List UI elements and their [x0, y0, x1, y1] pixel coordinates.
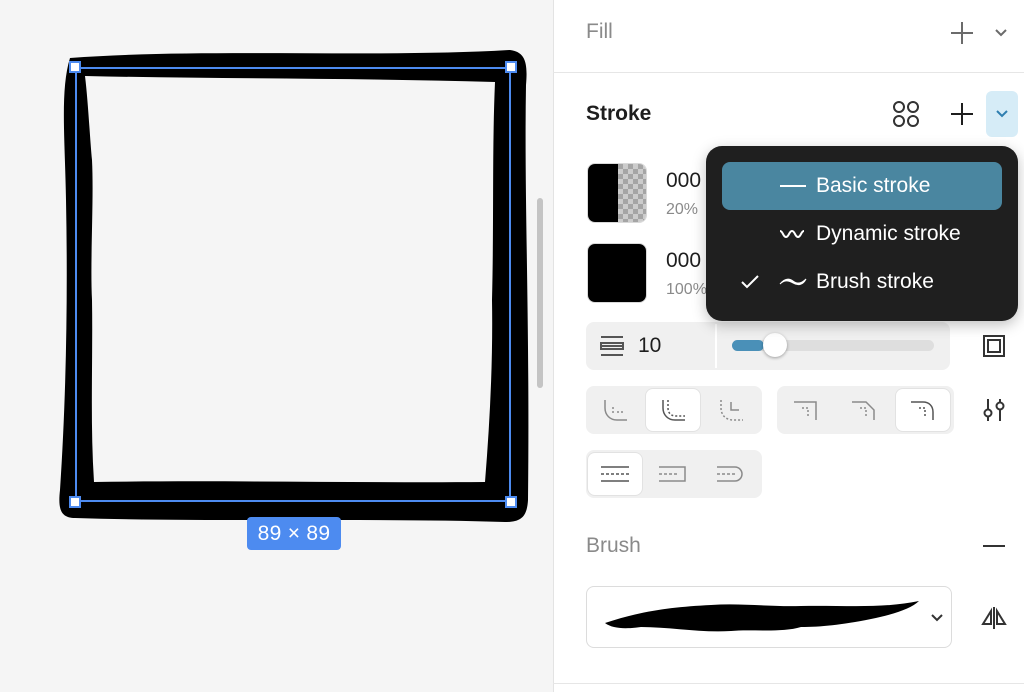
add-fill-button[interactable] — [946, 18, 978, 48]
stroke-color-swatch-1[interactable] — [587, 163, 647, 223]
cap-option-3[interactable] — [704, 389, 758, 431]
dynamic-stroke-icon — [778, 227, 816, 241]
end-cap-option-1[interactable] — [588, 453, 642, 495]
resize-handle-bottom-right[interactable] — [505, 496, 517, 508]
brush-preview — [605, 601, 919, 632]
flip-brush-button[interactable] — [980, 604, 1008, 632]
stroke-join-group — [777, 386, 954, 434]
stroke-weight-input[interactable]: 10 — [638, 334, 661, 358]
stroke-type-menu: Basic stroke Dynamic stroke Brush stroke — [706, 146, 1018, 321]
section-divider — [553, 683, 1024, 684]
canvas[interactable]: 89 × 89 — [0, 0, 553, 692]
menu-item-dynamic-stroke[interactable]: Dynamic stroke — [722, 210, 1002, 258]
plus-icon — [951, 22, 973, 44]
end-cap-option-3[interactable] — [704, 453, 758, 495]
brush-stroke-icon — [778, 275, 816, 289]
corner-round-icon — [604, 400, 627, 421]
join-bevel-icon — [852, 401, 875, 420]
cap-square-icon — [659, 466, 686, 482]
chevron-down-icon — [996, 110, 1008, 118]
corner-square-icon — [720, 400, 743, 421]
join-miter-icon — [794, 401, 817, 420]
end-cap-option-2[interactable] — [646, 453, 700, 495]
cap-option-2[interactable] — [646, 389, 700, 431]
basic-stroke-icon — [778, 180, 816, 192]
join-round-icon — [911, 401, 934, 420]
chevron-down-icon — [995, 29, 1007, 37]
resize-handle-top-left[interactable] — [69, 61, 81, 73]
menu-item-label: Basic stroke — [816, 174, 931, 197]
stroke-section-title: Stroke — [586, 102, 652, 125]
stroke-weight-slider[interactable] — [732, 333, 934, 357]
weight-divider — [715, 324, 717, 368]
stroke-color-hex-1[interactable]: 000 — [666, 169, 701, 193]
join-option-3[interactable] — [896, 389, 950, 431]
cap-option-1[interactable] — [588, 389, 642, 431]
stroke-end-cap-group — [586, 450, 762, 498]
stroke-styles-button[interactable] — [888, 98, 924, 130]
stroke-type-menu-button[interactable] — [986, 91, 1018, 137]
size-badge: 89 × 89 — [247, 517, 341, 550]
advanced-stroke-button[interactable] — [980, 396, 1008, 424]
fill-menu-button[interactable] — [990, 20, 1012, 46]
cap-none-icon — [601, 466, 629, 482]
canvas-scrollbar[interactable] — [537, 198, 543, 388]
flip-horizontal-icon — [981, 607, 1007, 629]
stroke-position-button[interactable] — [980, 332, 1008, 360]
fill-section-title: Fill — [586, 20, 613, 43]
brush-picker[interactable] — [586, 586, 952, 648]
stroke-color-hex-2[interactable]: 000 — [666, 249, 701, 273]
remove-brush-button[interactable] — [980, 532, 1008, 560]
swatch-fill — [588, 164, 646, 222]
stroke-cap-group — [586, 386, 762, 434]
slider-fill — [732, 340, 764, 351]
menu-item-label: Dynamic stroke — [816, 222, 961, 245]
sliders-icon — [983, 399, 1005, 421]
stroke-inside-icon — [983, 335, 1005, 357]
corner-round-icon — [662, 400, 685, 421]
add-stroke-button[interactable] — [946, 99, 978, 129]
resize-handle-bottom-left[interactable] — [69, 496, 81, 508]
minus-icon — [983, 545, 1005, 547]
styles-grid-icon — [893, 101, 919, 127]
check-icon — [722, 274, 778, 290]
menu-item-brush-stroke[interactable]: Brush stroke — [722, 258, 1002, 306]
join-option-2[interactable] — [837, 389, 891, 431]
resize-handle-top-right[interactable] — [505, 61, 517, 73]
chevron-down-icon — [931, 614, 943, 622]
stroke-color-swatch-2[interactable] — [587, 243, 647, 303]
menu-item-label: Brush stroke — [816, 270, 934, 293]
section-divider — [553, 72, 1024, 73]
stroke-color-opacity-1[interactable]: 20% — [666, 201, 698, 219]
join-option-1[interactable] — [779, 389, 833, 431]
stroke-color-opacity-2[interactable]: 100% — [666, 281, 707, 299]
cap-round-icon — [717, 466, 743, 482]
stroke-weight-icon — [596, 332, 628, 360]
slider-knob[interactable] — [763, 333, 787, 357]
brush-section-title: Brush — [586, 534, 641, 557]
selection-frame[interactable] — [75, 67, 511, 502]
plus-icon — [951, 103, 973, 125]
menu-item-basic-stroke[interactable]: Basic stroke — [722, 162, 1002, 210]
